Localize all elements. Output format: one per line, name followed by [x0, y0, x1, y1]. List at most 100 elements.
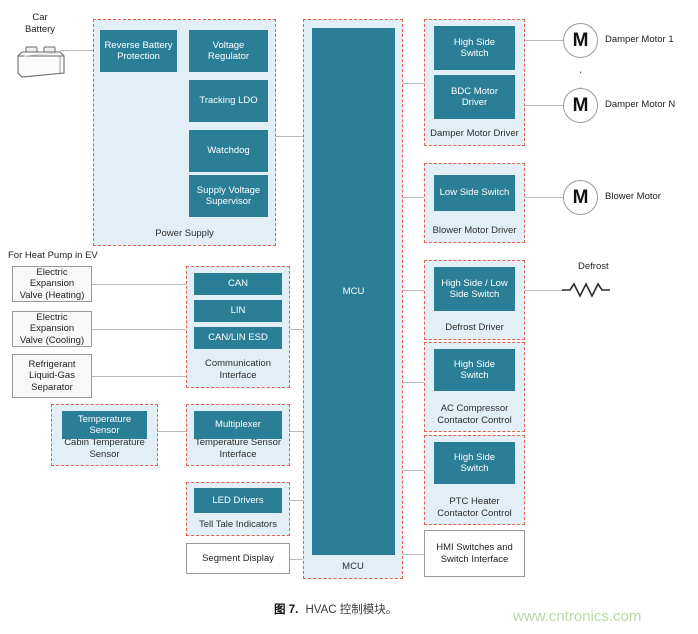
defrost-driver-label: Defrost Driver — [445, 321, 504, 333]
defrost-label: Defrost — [578, 261, 609, 272]
mcu-group-label: MCU — [342, 560, 364, 572]
chip-can[interactable]: CAN — [194, 273, 282, 295]
wire-battery-to-power-supply — [60, 50, 93, 51]
chip-led-drivers-label: LED Drivers — [212, 494, 264, 506]
car-battery-label-line1: Car — [32, 12, 48, 23]
chip-low-side-switch[interactable]: Low Side Switch — [434, 175, 515, 211]
car-battery-label: Car Battery — [8, 12, 72, 36]
chip-high-low-side-switch-label: High Side / Low Side Switch — [441, 277, 508, 301]
chip-high-side-switch-ptc-label: High Side Switch — [453, 451, 496, 475]
chip-multiplexer[interactable]: Multiplexer — [194, 411, 282, 439]
wire-power-supply-to-mcu — [276, 136, 303, 137]
chip-supply-voltage-supervisor[interactable]: Supply Voltage Supervisor — [189, 175, 268, 217]
extbox-refrigerant-separator-label: Refrigerant Liquid-Gas Separator — [28, 358, 76, 393]
car-battery-label-line2: Battery — [24, 24, 56, 35]
extbox-electric-expansion-valve-heating[interactable]: Electric Expansion Valve (Heating) — [12, 266, 92, 302]
wire-mcu-to-defrost-driver — [403, 290, 424, 291]
chip-watchdog-label: Watchdog — [207, 145, 250, 157]
chip-tracking-ldo[interactable]: Tracking LDO — [189, 80, 268, 122]
chip-voltage-regulator-label: Voltage Regulator — [207, 39, 250, 63]
chip-reverse-battery-protection-label: Reverse Battery Protection — [104, 39, 173, 63]
chip-high-low-side-switch[interactable]: High Side / Low Side Switch — [434, 267, 515, 311]
figure-caption-prefix: 图 7. — [274, 604, 299, 616]
extbox-eev-cooling-label: Electric Expansion Valve (Cooling) — [19, 311, 85, 346]
ptc-heater-contactor-control-label: PTC Heater Contactor Control — [437, 496, 512, 519]
blower-motor-symbol-letter: M — [572, 186, 589, 208]
power-supply-label: Power Supply — [155, 227, 214, 239]
blower-motor-label: Blower Motor — [605, 191, 661, 202]
heat-pump-note: For Heat Pump in EV — [8, 250, 98, 261]
chip-supply-voltage-supervisor-label: Supply Voltage Supervisor — [196, 184, 261, 208]
wire-eev-heating-to-comm — [92, 284, 186, 285]
chip-low-side-switch-label: Low Side Switch — [439, 187, 510, 199]
wire-blower-driver-to-motor — [525, 197, 564, 198]
blower-motor-driver-label: Blower Motor Driver — [432, 224, 517, 236]
damper-motor-1-label: Damper Motor 1 — [605, 34, 674, 45]
chip-high-side-switch-damper-label: High Side Switch — [453, 36, 496, 60]
wire-mcu-to-ptc-heater-control — [403, 470, 424, 471]
temperature-sensor-interface-label: Temperature Sensor Interface — [194, 437, 282, 460]
chip-can-lin-esd[interactable]: CAN/LIN ESD — [194, 327, 282, 349]
damper-motor-n-symbol-letter: M — [572, 94, 589, 116]
figure-caption: 图 7. HVAC 控制模块。 — [274, 601, 397, 617]
chip-mcu-label: MCU — [342, 285, 365, 297]
damper-motor-1-symbol-letter: M — [572, 29, 589, 51]
wire-defrost-driver-to-load — [525, 290, 563, 291]
damper-motor-n-label: Damper Motor N — [605, 99, 676, 110]
chip-watchdog[interactable]: Watchdog — [189, 130, 268, 172]
chip-can-label: CAN — [227, 278, 249, 290]
chip-high-side-switch-damper[interactable]: High Side Switch — [434, 26, 515, 70]
wire-comm-interface-to-mcu — [290, 329, 303, 330]
site-watermark: www.cntronics.com — [513, 608, 642, 625]
damper-motor-1-symbol: M — [563, 23, 598, 58]
extbox-eev-heating-label: Electric Expansion Valve (Heating) — [19, 266, 85, 301]
wire-mcu-to-damper-driver — [403, 83, 424, 84]
damper-motor-ellipsis-dot-1: . — [578, 61, 583, 76]
chip-temperature-sensor-label: Temperature Sensor — [77, 413, 132, 437]
extbox-refrigerant-liquid-gas-separator[interactable]: Refrigerant Liquid-Gas Separator — [12, 354, 92, 398]
chip-mcu[interactable]: MCU — [312, 28, 395, 555]
tell-tale-indicators-label: Tell Tale Indicators — [199, 518, 277, 530]
damper-motor-ellipsis: . . — [563, 61, 598, 91]
wire-mcu-to-blower-driver — [403, 197, 424, 198]
cabin-temperature-sensor-label: Cabin Temperature Sensor — [64, 437, 145, 460]
blower-motor-symbol: M — [563, 180, 598, 215]
chip-bdc-motor-driver-label: BDC Motor Driver — [451, 85, 498, 109]
hvac-control-module-diagram: Car Battery Power Supply Reverse Battery… — [0, 0, 698, 634]
chip-high-side-switch-ac-label: High Side Switch — [453, 358, 496, 382]
chip-bdc-motor-driver[interactable]: BDC Motor Driver — [434, 75, 515, 119]
extbox-segment-display-label: Segment Display — [202, 552, 274, 564]
chip-voltage-regulator[interactable]: Voltage Regulator — [189, 30, 268, 72]
defrost-resistor-icon — [560, 280, 620, 300]
ac-compressor-contactor-control-label: AC Compressor Contactor Control — [437, 403, 512, 426]
chip-tracking-ldo-label: Tracking LDO — [199, 95, 258, 107]
wire-damper-driver-to-motor-1 — [525, 40, 564, 41]
chip-reverse-battery-protection[interactable]: Reverse Battery Protection — [100, 30, 177, 72]
wire-damper-driver-to-motor-n — [525, 105, 564, 106]
extbox-segment-display[interactable]: Segment Display — [186, 543, 290, 574]
chip-multiplexer-label: Multiplexer — [215, 419, 261, 431]
wire-led-drivers-to-mcu — [290, 500, 303, 501]
wire-mcu-to-hmi-switches — [403, 554, 424, 555]
chip-can-lin-esd-label: CAN/LIN ESD — [208, 332, 268, 344]
chip-led-drivers[interactable]: LED Drivers — [194, 488, 282, 513]
chip-high-side-switch-ac[interactable]: High Side Switch — [434, 349, 515, 391]
figure-caption-text: HVAC 控制模块。 — [305, 604, 398, 616]
chip-lin-label: LIN — [230, 305, 246, 317]
wire-temp-interface-to-mcu — [290, 431, 303, 432]
wire-eev-cooling-to-comm — [92, 329, 186, 330]
extbox-electric-expansion-valve-cooling[interactable]: Electric Expansion Valve (Cooling) — [12, 311, 92, 347]
chip-lin[interactable]: LIN — [194, 300, 282, 322]
damper-motor-driver-label: Damper Motor Driver — [430, 127, 519, 139]
wire-mcu-to-ac-compressor-control — [403, 382, 424, 383]
wire-cabin-sensor-to-temp-interface — [158, 431, 186, 432]
chip-high-side-switch-ptc[interactable]: High Side Switch — [434, 442, 515, 484]
communication-interface-label: Communication Interface — [205, 358, 271, 381]
chip-temperature-sensor[interactable]: Temperature Sensor — [62, 411, 147, 439]
wire-refrigerant-to-comm — [92, 376, 186, 377]
extbox-hmi-switches[interactable]: HMI Switches and Switch Interface — [424, 530, 525, 577]
extbox-hmi-switches-label: HMI Switches and Switch Interface — [436, 542, 513, 565]
wire-segment-display-to-mcu — [290, 559, 303, 560]
damper-motor-n-symbol: M — [563, 88, 598, 123]
car-battery-icon — [12, 40, 70, 82]
